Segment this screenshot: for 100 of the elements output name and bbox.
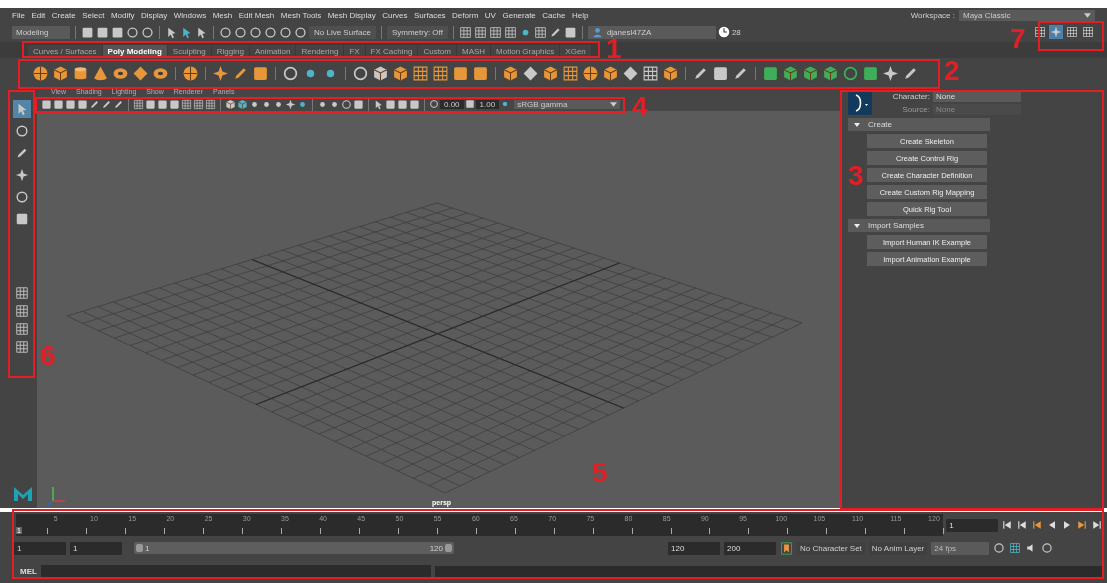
tool-button[interactable] [12,100,31,118]
grid-icon[interactable] [1009,542,1022,554]
grid-icon[interactable] [14,304,29,318]
star-icon[interactable] [212,64,229,82]
cube-icon[interactable] [372,64,389,82]
cylinder-icon[interactable] [72,64,89,82]
square-icon[interactable] [452,64,469,82]
diamond-icon[interactable] [522,64,539,82]
pen-icon[interactable] [101,98,112,110]
sphere-icon[interactable] [32,64,49,82]
layout-toggle[interactable] [1049,25,1063,39]
menu-item[interactable]: UV [484,10,496,20]
anim-layer-dropdown[interactable]: No Anim Layer [868,541,928,555]
character-dropdown[interactable]: None [933,91,1021,102]
grid-icon[interactable] [562,64,579,82]
menu-item[interactable]: File [12,10,25,20]
start-frame-field[interactable]: 1 [14,541,66,555]
menu-item[interactable]: Edit [31,10,46,20]
cube-icon[interactable] [392,64,409,82]
menu-item[interactable]: Create [51,10,76,20]
cube-icon[interactable] [802,64,819,82]
workspace-dropdown[interactable]: Maya Classic [959,9,1095,21]
color-space-dropdown[interactable]: sRGB gamma [514,99,621,109]
diamond-icon[interactable] [622,64,639,82]
menu-item[interactable]: Modify [110,10,135,20]
key-back-icon[interactable] [1031,519,1043,531]
cube-icon[interactable] [782,64,799,82]
live-surface-field[interactable]: No Live Surface [309,25,376,39]
current-frame-field[interactable]: 1 [946,518,998,532]
square-icon[interactable] [252,64,269,82]
square-icon[interactable] [563,25,577,39]
human-ik-icon[interactable] [848,91,872,115]
playback-start-field[interactable]: 1 [70,541,122,555]
expand-triangle-icon[interactable] [854,222,860,229]
circle-icon[interactable] [842,64,859,82]
grid-icon[interactable] [14,340,29,354]
square-icon[interactable] [65,98,76,110]
select-icon[interactable] [180,25,193,39]
circle-icon[interactable] [352,64,369,82]
circle-icon[interactable] [1041,542,1054,554]
grid-icon[interactable] [473,25,487,39]
skip-back-icon[interactable] [1001,519,1013,531]
grid-icon[interactable] [14,322,29,336]
cube-icon[interactable] [602,64,619,82]
caret-icon[interactable] [1084,12,1091,18]
square-icon[interactable] [353,98,364,110]
key-forward-icon[interactable] [1076,519,1088,531]
grid-icon[interactable] [642,64,659,82]
square-icon[interactable] [472,64,489,82]
cube-icon[interactable] [542,64,559,82]
grid-icon[interactable] [533,25,547,39]
grid-icon[interactable] [133,98,144,110]
playback-end-field[interactable]: 120 [668,541,720,555]
command-input[interactable] [40,564,431,579]
square-icon[interactable] [397,98,408,110]
arrow-icon[interactable] [373,98,384,110]
cube-icon[interactable] [237,98,248,110]
symmetry-field[interactable]: Symmetry: Off [386,25,448,39]
square-icon[interactable] [762,64,779,82]
circle-icon[interactable] [282,64,299,82]
mode-dropdown[interactable]: Modeling [12,25,70,39]
select-icon[interactable] [165,25,178,39]
grid-icon[interactable] [503,25,517,39]
square-icon[interactable] [145,98,156,110]
cube-icon[interactable] [52,64,69,82]
square-icon[interactable] [53,98,64,110]
star-icon[interactable] [285,98,296,110]
grid-icon[interactable] [181,98,192,110]
grid-icon[interactable] [205,98,216,110]
step-back-icon[interactable] [1016,519,1028,531]
grid-icon[interactable] [458,25,472,39]
section-title[interactable]: Create [868,120,892,129]
square-icon[interactable] [712,64,729,82]
character-set-dropdown[interactable]: No Character Set [797,541,865,555]
cube-icon[interactable] [225,98,236,110]
square-icon[interactable] [41,98,52,110]
star-icon[interactable] [882,64,899,82]
menu-item[interactable]: Help [571,10,589,20]
menu-item[interactable]: Deform [452,10,479,20]
menu-item[interactable]: Surfaces [414,10,446,20]
square-icon[interactable] [77,98,88,110]
grid-icon[interactable] [412,64,429,82]
layout-toggle[interactable] [1065,25,1079,39]
range-handle[interactable] [136,544,143,552]
clock-icon[interactable] [717,26,730,38]
square-icon[interactable] [464,99,475,109]
layout-toggle[interactable] [1033,25,1047,39]
exposure-field[interactable]: 0.00 [440,99,464,109]
diamond-icon[interactable] [132,64,149,82]
menu-item[interactable]: Cache [542,10,566,20]
menu-item[interactable]: Mesh Display [327,10,376,20]
menu-item[interactable]: Mesh Tools [280,10,322,20]
cube-icon[interactable] [662,64,679,82]
select-icon[interactable] [195,25,208,39]
cube-icon[interactable] [502,64,519,82]
square-icon[interactable] [862,64,879,82]
sphere-icon[interactable] [182,64,199,82]
square-icon[interactable] [385,98,396,110]
pen-icon[interactable] [89,98,100,110]
layout-toggle[interactable] [1081,25,1095,39]
